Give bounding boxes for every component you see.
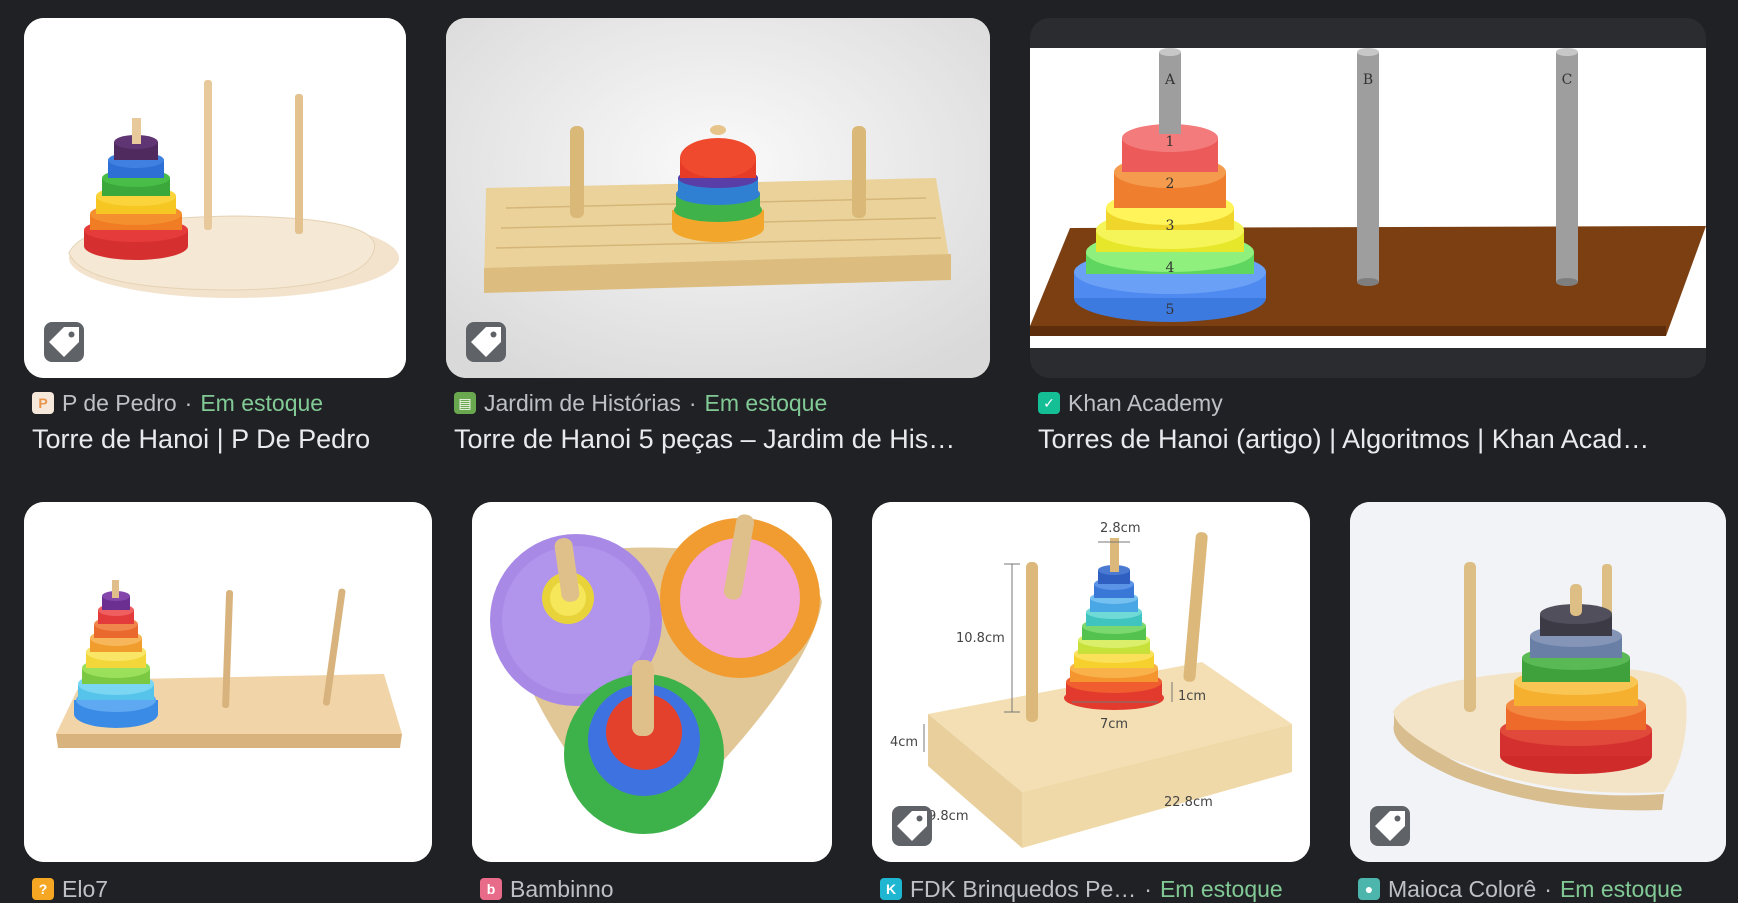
result-source[interactable]: b Bambinno [480, 876, 832, 902]
dimension-label: 2.8cm [1100, 521, 1141, 536]
bambinno-icon: b [480, 878, 502, 900]
dimension-label: 7cm [1100, 717, 1128, 732]
result-image[interactable] [24, 502, 432, 862]
peg-label: C [1562, 72, 1573, 88]
book-icon: ▤ [454, 392, 476, 414]
khan-leaf-icon: ✓ [1038, 392, 1060, 414]
price-tag-icon [44, 322, 84, 362]
result-source[interactable]: P P de Pedro · Em estoque [32, 390, 406, 416]
peg-label: B [1363, 72, 1373, 88]
result-source[interactable]: ▤ Jardim de Histórias · Em estoque [454, 390, 990, 416]
result-title[interactable]: Torre de Hanoi | P De Pedro [32, 424, 406, 455]
stock-status: Em estoque [1559, 875, 1683, 902]
result-source[interactable]: ? Elo7 [32, 876, 432, 902]
disk-label: 2 [1166, 176, 1175, 192]
dimension-label: 4cm [890, 735, 918, 750]
dimension-label: 22.8cm [1164, 795, 1213, 810]
result-image[interactable] [24, 18, 406, 378]
dimension-label: 1cm [1178, 689, 1206, 704]
result-title[interactable]: Torre de Hanoi 5 peças – Jardim de His… [454, 424, 990, 455]
disk-label: 5 [1166, 302, 1175, 318]
result-source[interactable]: K FDK Brinquedos Pe… · Em estoque [880, 876, 1310, 902]
stock-status: Em estoque [704, 389, 828, 416]
stock-status: Em estoque [200, 389, 324, 416]
result-image[interactable]: 2.8cm 10.8cm 1cm 7cm 4cm 9.8cm 22.8cm [872, 502, 1310, 862]
price-tag-icon [1370, 806, 1410, 846]
price-tag-icon [466, 322, 506, 362]
location-pin-icon: ● [1358, 878, 1380, 900]
disk-label: 1 [1166, 134, 1175, 150]
elo7-icon: ? [32, 878, 54, 900]
stock-status: Em estoque [1159, 875, 1283, 902]
dimension-label: 10.8cm [956, 631, 1005, 646]
disk-label: 4 [1166, 260, 1175, 276]
result-source[interactable]: ✓ Khan Academy [1038, 390, 1706, 416]
disk-label: 3 [1166, 218, 1175, 234]
result-image[interactable] [472, 502, 832, 862]
p-letter-icon: P [32, 392, 54, 414]
peg-label: A [1164, 72, 1176, 88]
dimension-label: 9.8cm [928, 809, 969, 824]
result-image[interactable]: A B C 1 2 3 4 5 [1030, 18, 1706, 378]
result-image[interactable] [1350, 502, 1726, 862]
k-letter-icon: K [880, 878, 902, 900]
result-source[interactable]: ● Maioca Colorê · Em estoque [1358, 876, 1726, 902]
result-title[interactable]: Torres de Hanoi (artigo) | Algoritmos | … [1038, 424, 1706, 455]
result-image[interactable] [446, 18, 990, 378]
price-tag-icon [892, 806, 932, 846]
